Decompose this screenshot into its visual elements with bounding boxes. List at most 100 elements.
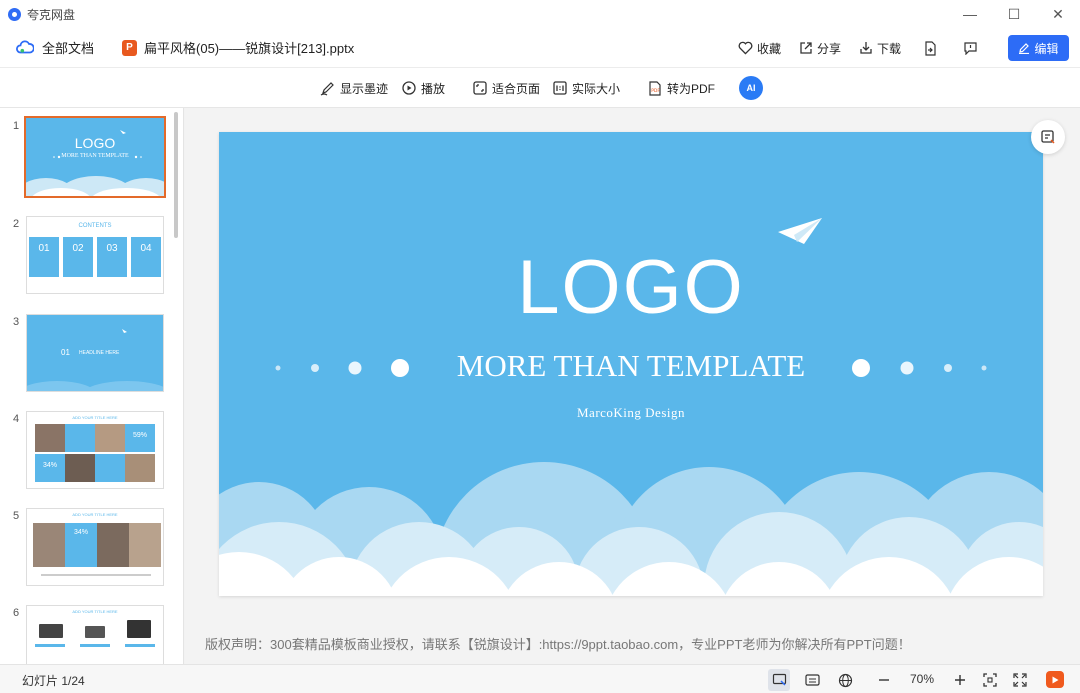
viewer-toolbar: 显示墨迹 播放 适合页面 实际大小 PDF 转为PDF AI — [0, 68, 1080, 108]
ppt-file-icon: P — [122, 39, 138, 56]
screen-capture-icon — [1041, 130, 1055, 144]
cloud-icon[interactable] — [16, 39, 34, 57]
zoom-out-button[interactable] — [873, 669, 895, 691]
feedback-icon — [964, 42, 977, 55]
slide-view-icon — [772, 673, 786, 686]
floating-tool-button[interactable] — [1031, 120, 1065, 154]
share-button[interactable]: 分享 — [799, 40, 841, 57]
thumbnail-item[interactable]: 2 CONTENTS 01 02 03 04 — [0, 214, 183, 296]
thumbnail-1-subtitle: MORE THAN TEMPLATE — [61, 153, 129, 159]
thumbnail-number: 3 — [13, 316, 20, 328]
all-docs-link[interactable]: 全部文档 — [42, 38, 94, 57]
fit-page-label: 适合页面 — [492, 81, 541, 96]
thumbnail-number: 1 — [13, 120, 20, 132]
thumbnail-5-photo — [97, 523, 129, 567]
thumbnail-slide-4[interactable]: ADD YOUR TITLE HERE 59% 34% — [26, 411, 164, 489]
slide-logo-text: LOGO — [517, 245, 745, 330]
header-actions: 收藏 分享 下载 编辑 — [720, 28, 1069, 68]
thumbnail-2-item: 01 — [29, 237, 59, 277]
notes-view-button[interactable] — [801, 669, 823, 691]
normal-view-button[interactable] — [768, 669, 790, 691]
thumbnail-4-percent: 34% — [35, 454, 65, 482]
thumbnail-4-photo — [65, 454, 95, 482]
thumbnail-slide-1[interactable]: LOGO MORE THAN TEMPLATE — [24, 116, 166, 198]
thumbnail-slide-5[interactable]: ADD YOUR TITLE HERE 34% — [26, 508, 164, 586]
share-icon — [800, 42, 812, 54]
thumbnail-5-photo — [129, 523, 161, 567]
fit-window-button[interactable] — [979, 669, 1001, 691]
thumbnail-sidebar: 1 LOGO MORE THAN TEMPLATE 2 CONTENTS 01 … — [0, 108, 184, 664]
fullscreen-button[interactable] — [1009, 669, 1031, 691]
thumbnail-6-device — [85, 626, 105, 638]
play-circle-icon — [402, 81, 416, 95]
fullscreen-icon — [1013, 673, 1027, 687]
zoom-in-button[interactable] — [949, 669, 971, 691]
thumbnail-slide-3[interactable]: 01 HEADLINE HERE — [26, 314, 164, 392]
thumbnail-6-header: ADD YOUR TITLE HERE — [72, 609, 118, 614]
thumbnail-2-item: 04 — [131, 237, 161, 277]
maximize-button[interactable]: ☐ — [992, 0, 1036, 28]
ai-assistant-button[interactable]: AI — [739, 76, 763, 100]
pdf-icon: PDF — [649, 80, 661, 96]
slideshow-play-button[interactable] — [1046, 671, 1064, 688]
thumbnail-slide-2[interactable]: CONTENTS 01 02 03 04 — [26, 216, 164, 294]
thumbnail-slide-6[interactable]: ADD YOUR TITLE HERE — [26, 605, 164, 664]
download-icon — [860, 42, 872, 54]
thumbnail-5-percent: 34% — [65, 523, 97, 567]
svg-text:PDF: PDF — [651, 88, 660, 94]
thumbnail-6-label-bar — [80, 644, 110, 647]
minimize-button[interactable]: — — [948, 0, 992, 28]
title-bar: 夸克网盘 — ☐ ✕ — [0, 0, 1080, 28]
thumbnail-item[interactable]: 4 ADD YOUR TITLE HERE 59% 34% — [0, 409, 183, 491]
thumbnail-2-item: 03 — [97, 237, 127, 277]
slide-subtitle: MORE THAN TEMPLATE — [456, 348, 806, 383]
fit-screen-icon — [983, 673, 997, 687]
thumbnail-5-photo — [33, 523, 65, 567]
feedback-button[interactable] — [963, 41, 982, 55]
show-ink-button[interactable]: 显示墨迹 — [320, 68, 388, 108]
thumbnail-3-title: HEADLINE HERE — [79, 350, 120, 356]
thumbnail-6-label-bar — [35, 644, 65, 647]
export-button[interactable] — [923, 40, 941, 56]
thumbnail-number: 4 — [13, 413, 20, 425]
play-label: 播放 — [421, 81, 446, 96]
thumbnail-number: 2 — [13, 218, 20, 230]
close-button[interactable]: ✕ — [1036, 0, 1080, 28]
window-controls: — ☐ ✕ — [948, 0, 1080, 28]
thumbnail-4-tile — [65, 424, 95, 452]
zoom-level: 70% — [910, 672, 935, 686]
thumbnail-item[interactable]: 3 01 HEADLINE HERE — [0, 312, 183, 394]
globe-icon — [838, 673, 852, 687]
fit-page-button[interactable]: 适合页面 — [473, 68, 540, 108]
thumbnail-3-number: 01 — [61, 348, 70, 357]
paper-plane-icon — [778, 218, 822, 244]
show-ink-label: 显示墨迹 — [340, 81, 389, 96]
minus-icon — [879, 679, 889, 681]
copyright-notice: 版权声明：300套精品模板商业授权，请联系【锐旗设计】:https://9ppt… — [205, 637, 911, 652]
thumbnail-item[interactable]: 6 ADD YOUR TITLE HERE — [0, 603, 183, 664]
convert-pdf-button[interactable]: PDF 转为PDF — [648, 68, 715, 108]
app-title: 夸克网盘 — [27, 7, 76, 22]
thumbnail-2-item: 02 — [63, 237, 93, 277]
slide-counter: 幻灯片 1/24 — [22, 674, 85, 688]
thumbnail-4-photo — [125, 454, 155, 482]
play-button[interactable]: 播放 — [402, 68, 445, 108]
edit-button[interactable]: 编辑 — [1008, 35, 1069, 61]
thumbnail-5-caption-line — [41, 574, 151, 576]
thumbnail-item[interactable]: 5 ADD YOUR TITLE HERE 34% — [0, 506, 183, 588]
file-name: 扁平风格(05)——锐旗设计[213].pptx — [144, 41, 355, 56]
download-button[interactable]: 下载 — [859, 40, 901, 57]
thumbnail-4-header: ADD YOUR TITLE HERE — [72, 415, 118, 420]
file-export-icon — [925, 40, 936, 56]
favorite-button[interactable]: 收藏 — [738, 40, 781, 57]
keyboard-icon — [804, 674, 820, 686]
web-view-button[interactable] — [834, 669, 856, 691]
heart-icon — [738, 41, 753, 55]
actual-size-button[interactable]: 实际大小 — [553, 68, 620, 108]
status-bar: 幻灯片 1/24 70% — [0, 664, 1080, 693]
document-header: 全部文档 P 扁平风格(05)——锐旗设计[213].pptx 收藏 分享 下载… — [0, 28, 1080, 68]
favorite-label: 收藏 — [756, 41, 781, 56]
thumbnail-item[interactable]: 1 LOGO MORE THAN TEMPLATE — [0, 116, 183, 198]
thumbnail-5-header: ADD YOUR TITLE HERE — [72, 512, 118, 517]
pencil-icon — [1019, 43, 1030, 54]
